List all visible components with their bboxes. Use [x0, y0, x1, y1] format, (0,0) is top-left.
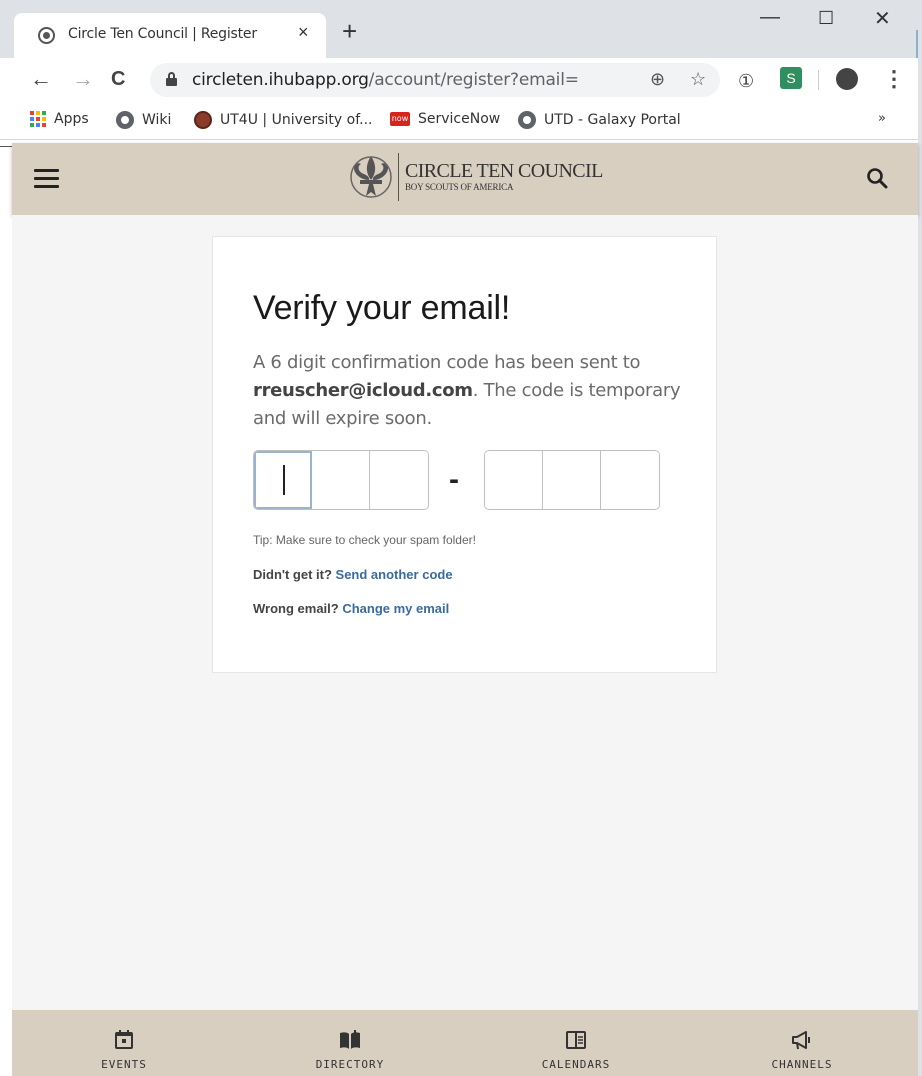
tab-title: Circle Ten Council | Register	[68, 26, 257, 42]
send-another-code-link[interactable]: Send another code	[336, 567, 453, 582]
bookmark-label: UTD - Galaxy Portal	[544, 112, 681, 128]
servicenow-icon: now	[390, 112, 410, 126]
globe-icon	[116, 111, 134, 129]
calendar-book-icon	[566, 1031, 586, 1049]
bookmark-label: ServiceNow	[418, 111, 501, 127]
window-right-edge	[918, 0, 922, 1076]
council-logo[interactable]: CIRCLE TEN COUNCIL BOY SCOUTS OF AMERICA	[348, 153, 603, 201]
minimize-button[interactable]: —	[760, 6, 780, 29]
tab-close-icon[interactable]: ×	[298, 22, 309, 43]
apps-grid-icon	[30, 111, 46, 127]
search-icon[interactable]	[866, 167, 888, 189]
site-header: CIRCLE TEN COUNCIL BOY SCOUTS OF AMERICA	[12, 143, 918, 215]
book-open-icon	[340, 1030, 360, 1049]
bottom-nav: EVENTS DIRECTORY CALENDARS CHANNELS	[12, 1010, 918, 1076]
site-favicon-icon	[38, 27, 55, 44]
bookmarks-overflow-icon[interactable]: »	[878, 111, 886, 126]
code-digit-1-input[interactable]	[254, 451, 312, 509]
hamburger-menu-icon[interactable]	[34, 169, 59, 188]
maximize-button[interactable]: ☐	[818, 8, 834, 29]
nav-label: EVENTS	[101, 1058, 147, 1071]
nav-directory[interactable]: DIRECTORY	[290, 1028, 410, 1071]
logo-title: CIRCLE TEN COUNCIL	[405, 160, 603, 182]
email-address: rreuscher@icloud.com	[253, 380, 473, 401]
bookmark-apps[interactable]: Apps	[30, 111, 89, 127]
bookmark-label: UT4U | University of...	[220, 112, 373, 128]
extension-password-icon[interactable]: ①	[738, 70, 754, 92]
new-tab-button[interactable]: +	[342, 18, 357, 44]
logo-wordmark: CIRCLE TEN COUNCIL BOY SCOUTS OF AMERICA	[405, 161, 603, 193]
logo-subtitle: BOY SCOUTS OF AMERICA	[405, 182, 514, 192]
text-caret	[283, 465, 285, 495]
spam-tip: Tip: Make sure to check your spam folder…	[253, 533, 476, 547]
bookmarks-bar: Apps Wiki UT4U | University of... now Se…	[0, 102, 922, 140]
code-digit-4-input[interactable]	[485, 451, 543, 509]
close-window-button[interactable]: ✕	[874, 6, 891, 31]
nav-channels[interactable]: CHANNELS	[742, 1028, 862, 1071]
window-left-edge	[0, 143, 12, 1076]
forward-arrow-icon[interactable]: →	[72, 68, 94, 90]
nav-events[interactable]: EVENTS	[64, 1028, 184, 1071]
browser-tab[interactable]: Circle Ten Council | Register ×	[14, 13, 326, 58]
bookmark-label: Apps	[54, 111, 89, 127]
bookmark-servicenow[interactable]: now ServiceNow	[390, 111, 500, 127]
verify-description: A 6 digit confirmation code has been sen…	[253, 352, 681, 429]
profile-avatar-icon[interactable]	[836, 68, 858, 90]
fleur-de-lis-icon	[350, 156, 392, 198]
code-group-first	[253, 450, 429, 510]
megaphone-icon	[792, 1031, 810, 1050]
verify-email-card: Verify your email! A 6 digit confirmatio…	[212, 236, 717, 673]
bookmark-label: Wiki	[142, 112, 172, 128]
page-title: Verify your email!	[253, 289, 511, 327]
nav-label: DIRECTORY	[315, 1058, 385, 1071]
code-digit-3-input[interactable]	[370, 451, 428, 509]
globe-icon	[518, 111, 536, 129]
nav-calendars[interactable]: CALENDARS	[516, 1028, 636, 1071]
install-app-icon[interactable]: ⊕	[650, 69, 665, 90]
code-group-second	[484, 450, 660, 510]
code-separator: -	[449, 463, 459, 496]
bookmark-wiki[interactable]: Wiki	[116, 111, 171, 129]
code-digit-6-input[interactable]	[601, 451, 659, 509]
browser-toolbar: ← → C circleten.ihubapp.org/account/regi…	[0, 58, 922, 102]
url-text[interactable]: circleten.ihubapp.org/account/register?e…	[192, 70, 579, 90]
change-prompt: Wrong email?	[253, 601, 343, 616]
code-digit-5-input[interactable]	[543, 451, 601, 509]
lock-icon[interactable]	[166, 72, 177, 86]
toolbar-divider	[818, 70, 819, 90]
extension-s-icon[interactable]: S	[780, 67, 802, 89]
browser-tabstrip: Circle Ten Council | Register × + — ☐ ✕	[0, 0, 922, 58]
browser-menu-icon[interactable]: ⋮	[883, 68, 905, 90]
calendar-day-icon	[115, 1030, 133, 1049]
bookmark-galaxy[interactable]: UTD - Galaxy Portal	[518, 111, 681, 129]
resend-prompt: Didn't get it?	[253, 567, 336, 582]
logo-divider	[398, 153, 399, 201]
bookmark-star-icon[interactable]: ☆	[690, 69, 706, 90]
code-digit-2-input[interactable]	[312, 451, 370, 509]
bookmark-ut4u[interactable]: UT4U | University of...	[194, 111, 372, 129]
back-arrow-icon[interactable]: ←	[30, 68, 52, 90]
address-bar[interactable]: circleten.ihubapp.org/account/register?e…	[150, 63, 720, 97]
reload-icon[interactable]: C	[111, 68, 125, 90]
nav-label: CHANNELS	[771, 1058, 833, 1071]
resend-row: Didn't get it? Send another code	[253, 567, 453, 582]
ut-logo-icon	[194, 111, 212, 129]
nav-label: CALENDARS	[541, 1058, 611, 1071]
change-email-link[interactable]: Change my email	[342, 601, 449, 616]
change-email-row: Wrong email? Change my email	[253, 601, 449, 616]
